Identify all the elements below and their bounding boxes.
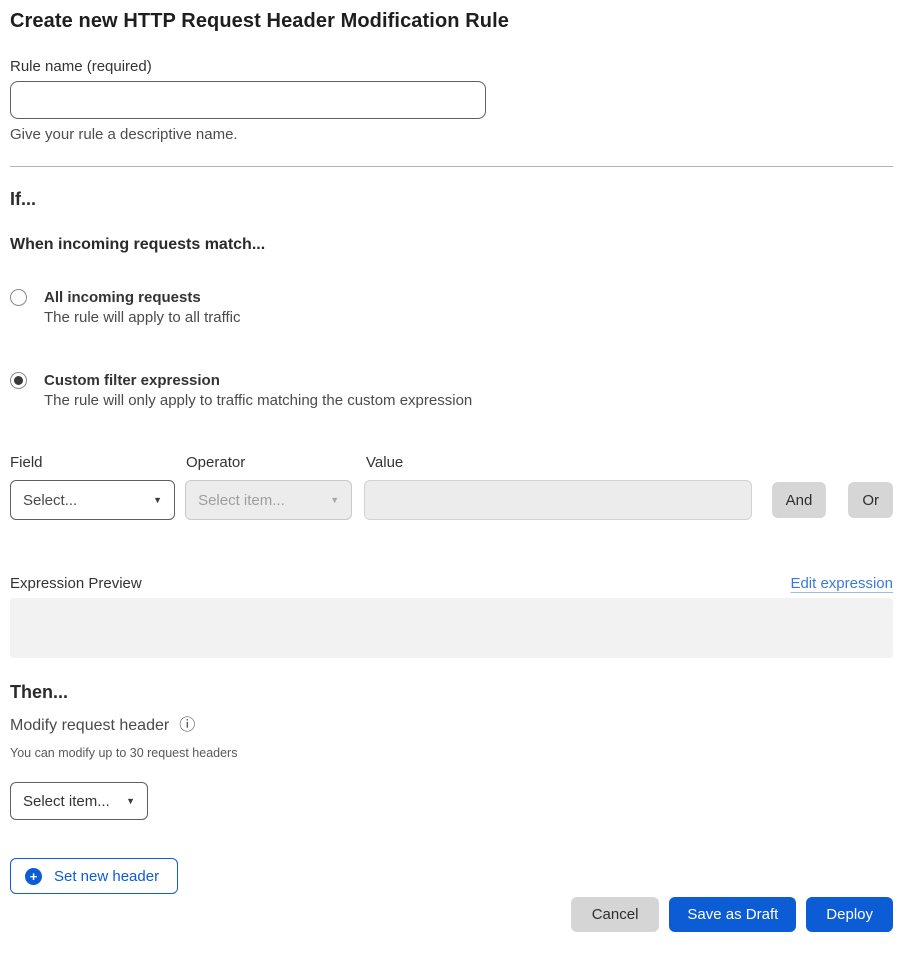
expression-builder-labels: Field Operator Value (10, 453, 893, 472)
value-label: Value (366, 453, 756, 472)
or-button[interactable]: Or (848, 482, 893, 518)
set-new-header-button[interactable]: + Set new header (10, 858, 178, 894)
header-name-select[interactable]: Select item... ▼ (10, 782, 148, 820)
value-input[interactable] (364, 480, 752, 520)
radio-option-label: All incoming requests (44, 288, 240, 307)
and-button[interactable]: And (772, 482, 827, 518)
edit-expression-link[interactable]: Edit expression (790, 575, 893, 592)
plus-icon: + (25, 868, 42, 885)
operator-label: Operator (186, 453, 366, 472)
info-icon[interactable]: ⓘ (179, 718, 195, 734)
radio-option-label: Custom filter expression (44, 371, 472, 390)
chevron-down-icon: ▼ (153, 495, 162, 505)
field-select-value: Select... (23, 492, 77, 509)
rule-name-label: Rule name (required) (10, 57, 893, 76)
expression-preview-header: Expression Preview Edit expression (10, 575, 893, 592)
cancel-button[interactable]: Cancel (571, 897, 660, 932)
expression-preview-box (10, 598, 893, 658)
section-divider (10, 166, 893, 167)
rule-name-input[interactable] (10, 81, 486, 119)
radio-option-description: The rule will only apply to traffic matc… (44, 390, 472, 411)
chevron-down-icon: ▼ (126, 796, 135, 806)
modify-request-header-row: Modify request header ⓘ (10, 716, 893, 736)
footer-actions: Cancel Save as Draft Deploy (10, 897, 893, 932)
radio-button-selected-icon[interactable] (10, 372, 27, 389)
operator-select-value: Select item... (198, 492, 285, 509)
incoming-requests-subheading: When incoming requests match... (10, 235, 893, 255)
then-section-heading: Then... (10, 681, 893, 704)
page-title: Create new HTTP Request Header Modificat… (10, 8, 893, 34)
save-as-draft-button[interactable]: Save as Draft (669, 897, 796, 932)
modify-request-header-label: Modify request header (10, 716, 169, 736)
expression-builder-row: Select... ▼ Select item... ▼ And Or (10, 480, 893, 520)
header-name-select-value: Select item... (23, 793, 110, 810)
set-new-header-label: Set new header (54, 868, 159, 885)
expression-preview-label: Expression Preview (10, 575, 142, 592)
create-rule-form: Create new HTTP Request Header Modificat… (0, 0, 899, 932)
operator-select[interactable]: Select item... ▼ (185, 480, 352, 520)
deploy-button[interactable]: Deploy (806, 897, 893, 932)
rule-name-help: Give your rule a descriptive name. (10, 125, 893, 144)
radio-option-all-incoming-requests[interactable]: All incoming requests The rule will appl… (10, 288, 893, 328)
radio-option-description: The rule will apply to all traffic (44, 307, 240, 328)
chevron-down-icon: ▼ (330, 495, 339, 505)
radio-option-custom-filter-expression[interactable]: Custom filter expression The rule will o… (10, 371, 893, 411)
radio-button-icon[interactable] (10, 289, 27, 306)
if-section-heading: If... (10, 188, 893, 211)
modify-header-help: You can modify up to 30 request headers (10, 746, 893, 761)
field-label: Field (10, 453, 186, 472)
field-select[interactable]: Select... ▼ (10, 480, 175, 520)
